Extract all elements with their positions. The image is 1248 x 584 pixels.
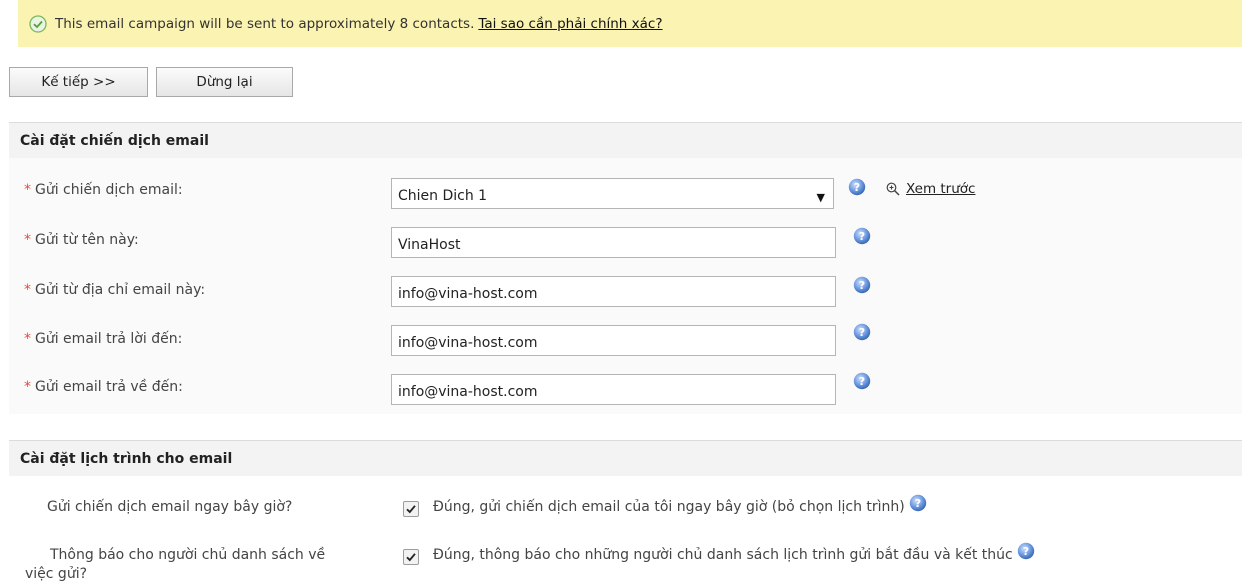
send-now-checkbox[interactable]	[403, 501, 419, 517]
from-name-label: * Gửi từ tên này:	[24, 232, 139, 248]
notify-owner-option: Đúng, thông báo cho những người chủ danh…	[433, 542, 1035, 564]
help-icon[interactable]: ?	[1017, 542, 1035, 560]
bounce-email-label: * Gửi email trả về đến:	[24, 379, 183, 395]
from-email-label: * Gửi từ địa chỉ email này:	[24, 282, 206, 298]
notice-bar: This email campaign will be sent to appr…	[18, 0, 1242, 47]
from-name-input[interactable]: VinaHost	[391, 227, 836, 258]
preview-link[interactable]: Xem trước	[886, 181, 975, 197]
help-icon[interactable]: ?	[853, 323, 871, 341]
send-now-label: Gửi chiến dịch email ngay bây giờ?	[47, 499, 293, 515]
required-mark: *	[24, 182, 31, 198]
schedule-settings-header: Cài đặt lịch trình cho email	[9, 440, 1242, 476]
check-circle-icon	[29, 14, 47, 33]
help-icon[interactable]: ?	[853, 276, 871, 294]
reply-email-label: * Gửi email trả lời đến:	[24, 331, 183, 347]
svg-text:?: ?	[859, 279, 865, 292]
svg-text:?: ?	[859, 326, 865, 339]
campaign-select-value: Chien Dich 1	[398, 188, 488, 204]
zoom-in-icon	[886, 182, 900, 196]
dropdown-arrow-icon: ▼	[816, 191, 825, 204]
checkmark-icon	[406, 505, 416, 514]
svg-text:?: ?	[915, 497, 921, 510]
svg-text:?: ?	[859, 375, 865, 388]
help-icon[interactable]: ?	[909, 494, 927, 512]
svg-text:?: ?	[854, 181, 860, 194]
help-icon[interactable]: ?	[853, 227, 871, 245]
stop-button[interactable]: Dừng lại	[156, 67, 293, 97]
svg-text:?: ?	[859, 230, 865, 243]
from-email-input[interactable]: info@vina-host.com	[391, 276, 836, 307]
checkmark-icon	[406, 553, 416, 562]
reply-email-input[interactable]: info@vina-host.com	[391, 325, 836, 356]
next-button[interactable]: Kế tiếp >>	[9, 67, 148, 97]
send-now-option: Đúng, gửi chiến dịch email của tôi ngay …	[433, 494, 927, 516]
campaign-select-label: * Gửi chiến dịch email:	[24, 182, 183, 198]
notice-why-link[interactable]: Tai sao cần phải chính xác?	[478, 16, 662, 32]
help-icon[interactable]: ?	[848, 178, 866, 196]
notice-text: This email campaign will be sent to appr…	[55, 15, 475, 32]
campaign-select[interactable]: Chien Dich 1 ▼	[391, 178, 834, 209]
svg-text:?: ?	[1023, 545, 1029, 558]
help-icon[interactable]: ?	[853, 372, 871, 390]
campaign-settings-header: Cài đặt chiến dịch email	[9, 122, 1242, 158]
notify-owner-label: Thông báo cho người chủ danh sách về việ…	[25, 547, 326, 582]
notify-owner-checkbox[interactable]	[403, 549, 419, 565]
bounce-email-input[interactable]: info@vina-host.com	[391, 374, 836, 405]
